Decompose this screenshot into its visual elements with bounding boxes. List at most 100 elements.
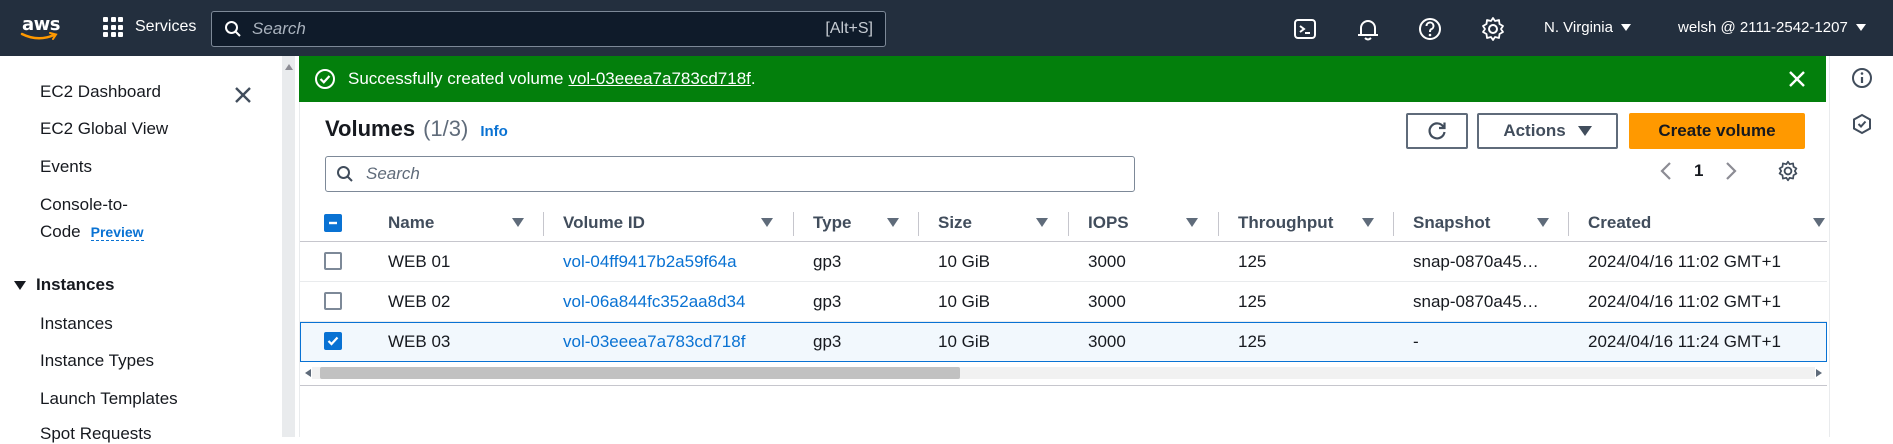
cell-snapshot: snap-0870a45… [1413, 252, 1539, 271]
table-horizontal-scrollbar[interactable] [300, 362, 1827, 382]
dismiss-icon[interactable] [1786, 68, 1808, 90]
flash-message: Successfully created volume [348, 69, 564, 88]
create-volume-label: Create volume [1658, 121, 1776, 140]
column-header-created[interactable]: Created [1588, 213, 1651, 233]
region-label: N. Virginia [1544, 19, 1613, 36]
sidebar-scrollbar[interactable] [282, 56, 295, 437]
sidebar-item-ec2-dashboard[interactable]: EC2 Dashboard [40, 82, 161, 102]
caret-down-icon [1577, 126, 1592, 136]
table-row[interactable]: WEB 02 vol-06a844fc352aa8d34 gp3 10 GiB … [300, 282, 1827, 322]
sidebar-item-console-to-code[interactable]: Console-to- [40, 195, 128, 215]
preferences-gear-icon[interactable] [1777, 160, 1799, 182]
scroll-right-icon[interactable] [1816, 369, 1822, 377]
sidebar-item-instance-types[interactable]: Instance Types [40, 351, 154, 371]
hexagon-status-icon[interactable] [1850, 112, 1874, 136]
cell-name: WEB 02 [388, 292, 451, 311]
cell-iops: 3000 [1088, 292, 1126, 311]
selection-count: (1/3) [423, 116, 469, 141]
sort-icon[interactable] [1036, 218, 1048, 227]
global-search-placeholder: Search [252, 19, 306, 38]
tools-rail [1829, 56, 1893, 437]
sidebar-section-instances[interactable]: Instances [14, 275, 114, 295]
sort-icon[interactable] [1813, 218, 1825, 227]
column-header-size[interactable]: Size [938, 213, 972, 233]
column-header-type[interactable]: Type [813, 213, 851, 233]
chevron-left-icon[interactable] [1660, 161, 1672, 181]
cell-snapshot: snap-0870a45… [1413, 292, 1539, 311]
sidebar-item-spot-requests[interactable]: Spot Requests [40, 424, 152, 444]
sort-icon[interactable] [1537, 218, 1549, 227]
refresh-icon [1428, 122, 1446, 140]
column-header-throughput[interactable]: Throughput [1238, 213, 1333, 233]
search-icon [337, 166, 353, 182]
console-code-label: Code [40, 222, 81, 241]
aws-logo[interactable]: aws [20, 14, 64, 44]
scroll-left-icon[interactable] [305, 369, 311, 377]
preview-badge[interactable]: Preview [90, 224, 144, 241]
row-checkbox[interactable] [324, 292, 342, 310]
cell-type: gp3 [813, 252, 842, 271]
actions-button[interactable]: Actions [1477, 113, 1618, 149]
sidebar-item-launch-templates[interactable]: Launch Templates [40, 389, 178, 409]
aws-smile-icon [20, 32, 58, 40]
cell-volume-id-link[interactable]: vol-03eeea7a783cd718f [563, 332, 745, 352]
sidebar-item-ec2-global-view[interactable]: EC2 Global View [40, 119, 168, 139]
sort-icon[interactable] [1362, 218, 1374, 227]
close-icon[interactable] [232, 84, 254, 106]
row-checkbox[interactable] [324, 252, 342, 270]
column-header-name[interactable]: Name [388, 213, 434, 233]
region-selector[interactable]: N. Virginia [1544, 19, 1631, 36]
sidebar-item-events[interactable]: Events [40, 157, 92, 177]
cell-volume-id-link[interactable]: vol-04ff9417b2a59f64a [563, 252, 737, 272]
row-checkbox-checked[interactable] [324, 332, 342, 350]
settings-icon[interactable] [1480, 16, 1506, 42]
sidebar-item-console-to-code-line2[interactable]: Code Preview [40, 222, 144, 242]
sort-icon[interactable] [761, 218, 773, 227]
cell-throughput: 125 [1238, 332, 1267, 351]
create-volume-button[interactable]: Create volume [1629, 113, 1805, 149]
help-icon[interactable] [1417, 16, 1443, 42]
volumes-search-input[interactable]: Search [325, 156, 1135, 192]
search-icon [225, 21, 241, 37]
services-menu[interactable]: Services [103, 17, 196, 37]
table-row[interactable]: WEB 01 vol-04ff9417b2a59f64a gp3 10 GiB … [300, 242, 1827, 282]
account-menu[interactable]: welsh @ 2111-2542-1207 [1678, 19, 1866, 36]
page-number[interactable]: 1 [1694, 161, 1703, 181]
check-icon [327, 336, 339, 346]
table-row-selected[interactable]: WEB 03 vol-03eeea7a783cd718f gp3 10 GiB … [300, 322, 1827, 362]
section-label: Instances [36, 275, 115, 294]
page-title: Volumes (1/3) Info [325, 116, 508, 142]
column-header-iops[interactable]: IOPS [1088, 213, 1129, 233]
chevron-right-icon[interactable] [1725, 161, 1738, 181]
info-link[interactable]: Info [480, 123, 508, 140]
cell-iops: 3000 [1088, 332, 1126, 351]
sidebar-item-instances[interactable]: Instances [40, 314, 113, 334]
sort-icon[interactable] [512, 218, 524, 227]
flash-suffix: . [750, 69, 756, 88]
table-header: Name Volume ID Type Size IOPS Throughput… [300, 204, 1827, 242]
scroll-up-icon [285, 64, 293, 70]
cell-volume-id-link[interactable]: vol-06a844fc352aa8d34 [563, 292, 745, 312]
success-check-icon [315, 69, 335, 89]
scroll-thumb[interactable] [320, 367, 960, 379]
search-placeholder: Search [366, 164, 420, 183]
top-navigation: aws Services Search [Alt+S] N. Virginia … [0, 0, 1893, 56]
column-header-volume-id[interactable]: Volume ID [563, 213, 645, 233]
services-grid-icon [103, 17, 123, 37]
info-icon[interactable] [1850, 66, 1874, 90]
pagination: 1 [1660, 160, 1799, 182]
sort-icon[interactable] [1186, 218, 1198, 227]
global-search-input[interactable]: Search [Alt+S] [211, 11, 886, 47]
cell-size: 10 GiB [938, 292, 990, 311]
actions-label: Actions [1503, 121, 1566, 140]
account-label: welsh @ 2111-2542-1207 [1678, 19, 1848, 36]
volumes-table: Name Volume ID Type Size IOPS Throughput… [300, 204, 1827, 382]
select-all-checkbox[interactable] [324, 214, 342, 232]
column-header-snapshot[interactable]: Snapshot [1413, 213, 1490, 233]
flash-volume-link[interactable]: vol-03eeea7a783cd718f [568, 69, 750, 89]
refresh-button[interactable] [1406, 113, 1468, 149]
cloudshell-icon[interactable] [1292, 16, 1318, 42]
sort-icon[interactable] [887, 218, 899, 227]
bell-icon[interactable] [1355, 16, 1381, 42]
cell-created: 2024/04/16 11:02 GMT+1 [1588, 252, 1781, 271]
